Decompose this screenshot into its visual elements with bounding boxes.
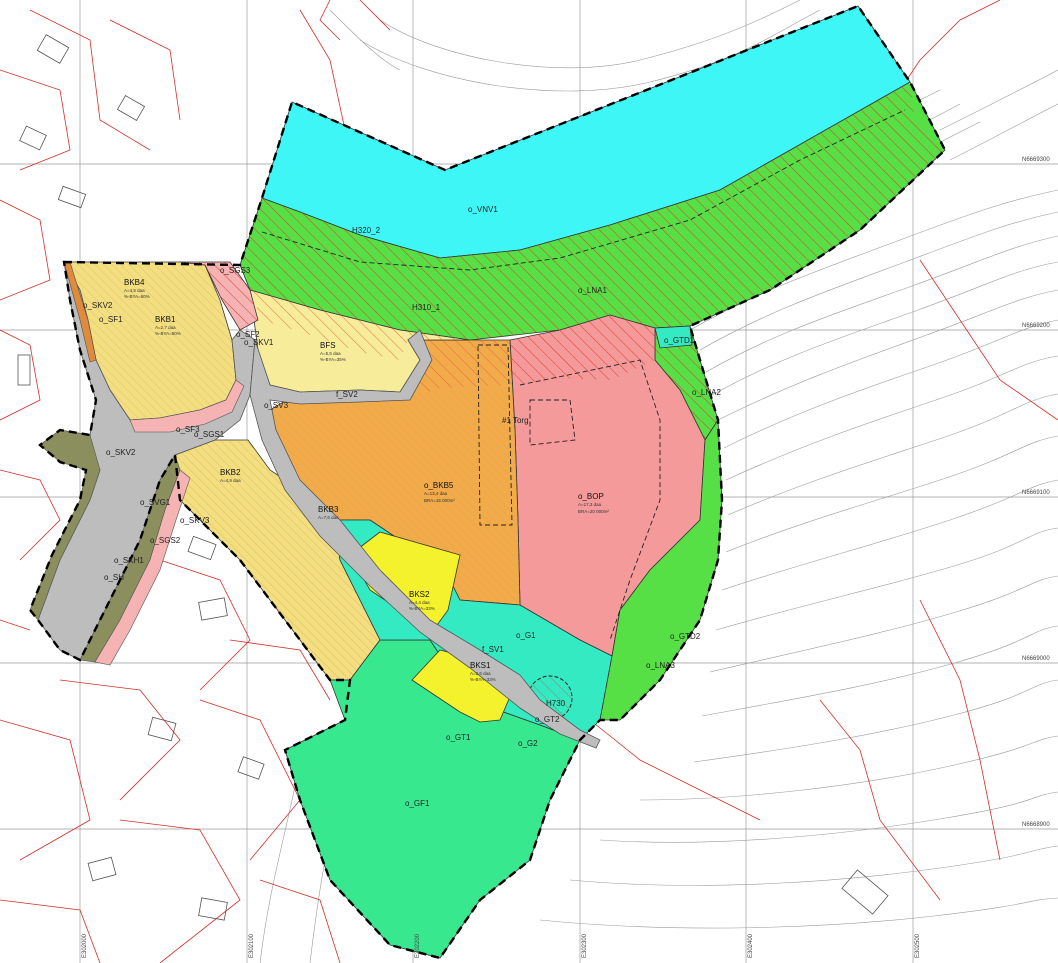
- coord-n3: N6669100: [1022, 490, 1050, 496]
- label-bkb1-area: A=2,7 daa: [155, 325, 176, 330]
- coord-e5: E302400: [748, 933, 754, 958]
- coord-e2: E302100: [249, 933, 255, 958]
- label-bfs-bya: %-BYA=35%: [320, 357, 346, 362]
- label-f-sv1: f_SV1: [482, 645, 504, 654]
- label-bfs-area: A=5,5 daa: [320, 351, 341, 356]
- label-o-skv3: o_SKV3: [180, 516, 210, 525]
- label-bkb5: o_BKB5: [424, 481, 454, 490]
- label-o-gtd1: o_GTD1: [664, 336, 695, 345]
- label-o-gtd2: o_GTD2: [670, 632, 701, 641]
- label-o-sgs2: o_SGS2: [150, 536, 181, 545]
- label-h310-1: H310_1: [412, 303, 441, 312]
- label-o-skv2: o_SKV2: [106, 448, 136, 457]
- label-o-sgs3: o_SGS3: [220, 266, 251, 275]
- label-o-sv3: o_SV3: [264, 401, 289, 410]
- zoning-map: o_VNV1 H320_2 o_LNA1 H310_1 o_GTD1 o_LNA…: [0, 0, 1058, 963]
- coord-n5: N6668900: [1022, 822, 1050, 828]
- label-o-skh1: o_SKH1: [114, 556, 144, 565]
- label-f-sv2: f_SV2: [336, 390, 358, 399]
- coord-n1: N6669300: [1022, 157, 1050, 163]
- coord-n4: N6669000: [1022, 656, 1050, 662]
- label-o-bop-bra: BRA=20 000m²: [578, 509, 609, 514]
- label-o-g1: o_G1: [516, 631, 536, 640]
- label-bkb5-area: A=13,4 daa: [424, 491, 448, 496]
- label-bks1-bya: %-BYA=33%: [470, 677, 496, 682]
- label-bkb3-area: A=7,6 daa: [318, 515, 339, 520]
- label-o-lna1: o_LNA1: [578, 286, 607, 295]
- label-bkb1-bya: %-BYA=50%: [155, 331, 181, 336]
- label-o-lna3: o_LNA3: [646, 661, 675, 670]
- label-bks2-area: A=4,4 daa: [409, 600, 430, 605]
- label-bkb1: BKB1: [155, 315, 176, 324]
- label-bkb5-bra: BRA=15 000m²: [424, 498, 455, 503]
- coord-e3: E302200: [415, 933, 421, 958]
- label-torg: #1 Torg: [502, 416, 529, 425]
- label-o-gt2: o_GT2: [535, 715, 560, 724]
- label-o-skv1: o_SKV1: [244, 338, 274, 347]
- label-o-bop-area: A=17,3 daa: [578, 502, 602, 507]
- label-o-vnv1: o_VNV1: [468, 205, 498, 214]
- label-h730: H730: [546, 699, 566, 708]
- label-o-sh: o_SH: [104, 573, 124, 582]
- label-bks2-bya: %-BYA=33%: [409, 606, 435, 611]
- label-o-lna2: o_LNA2: [692, 388, 721, 397]
- label-o-svg1: o_SVG1: [140, 498, 171, 507]
- label-bkb2-area: A=4,9 daa: [220, 478, 241, 483]
- coord-e4: E302300: [582, 933, 588, 958]
- label-o-skv2-top: o_SKV2: [83, 301, 113, 310]
- label-bks2: BKS2: [409, 590, 430, 599]
- label-bkb3: BKB3: [318, 505, 339, 514]
- label-o-bop: o_BOP: [578, 492, 604, 501]
- label-bkb4-bya: %-BYA=50%: [124, 294, 150, 299]
- label-o-gf1: o_GF1: [405, 799, 430, 808]
- label-bkb4-area: A=4,5 daa: [124, 288, 145, 293]
- label-o-sf3: o_SF3: [176, 425, 200, 434]
- label-bks1: BKS1: [470, 661, 491, 670]
- label-bks1-area: A=2,6 daa: [470, 671, 491, 676]
- label-o-g2: o_G2: [518, 739, 538, 748]
- label-bfs: BFS: [320, 341, 336, 350]
- label-o-sf1: o_SF1: [99, 315, 123, 324]
- label-bkb2: BKB2: [220, 468, 241, 477]
- label-bkb4: BKB4: [124, 278, 145, 287]
- coord-e6: E302500: [915, 933, 921, 958]
- label-o-gt1: o_GT1: [446, 733, 471, 742]
- label-h320-2: H320_2: [352, 226, 381, 235]
- coord-e1: E302000: [82, 933, 88, 958]
- coord-n2: N6669200: [1022, 323, 1050, 329]
